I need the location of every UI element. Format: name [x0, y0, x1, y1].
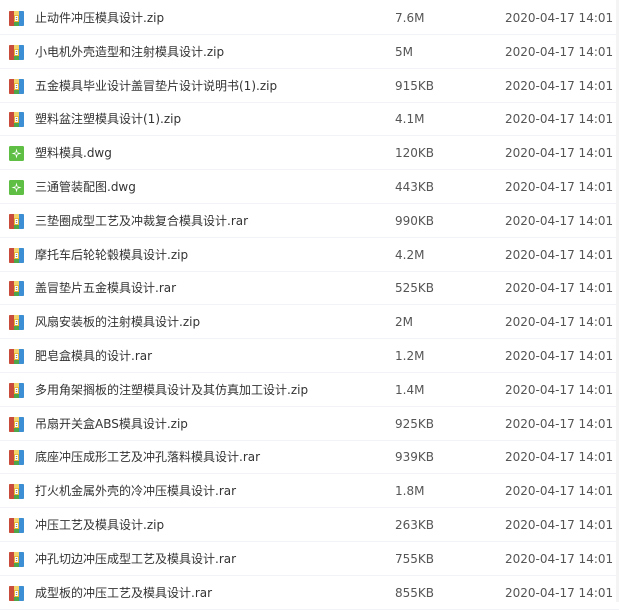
dwg-icon [9, 146, 24, 162]
file-row[interactable]: 三垫圈成型工艺及冲裁复合模具设计.rar 990KB 2020-04-17 14:0… [0, 205, 619, 238]
file-name-link[interactable]: 冲压工艺及模具设计.zip [35, 518, 164, 533]
file-row[interactable]: 塑料模具.dwg 120KB 2020-04-17 14:01 [0, 137, 619, 171]
file-row[interactable]: 多用角架搁板的注塑模具设计及其仿真加工设计.zip 1.4M 2020-04-17 … [0, 374, 619, 407]
file-size: 1.8M [395, 484, 425, 499]
file-size: 925KB [395, 416, 435, 431]
file-name-link[interactable]: 肥皂盒模具的设计.rar [35, 349, 152, 364]
file-date: 2020-04-17 14:01 [505, 11, 614, 25]
file-name-link[interactable]: 三垫圈成型工艺及冲裁复合模具设计.rar [35, 214, 248, 229]
archive-icon [9, 11, 24, 26]
file-row[interactable]: 打火机金属外壳的冷冲压模具设计.rar 1.8M 2020-04-17 14:01 [0, 475, 619, 509]
file-name-link[interactable]: 摩托车后轮轮毂模具设计.zip [35, 248, 188, 263]
file-row[interactable]: 塑料盆注塑模具设计(1).zip 4.1M 2020-04-17 14:01 [0, 103, 619, 137]
file-name-link[interactable]: 止动件冲压模具设计.zip [35, 11, 164, 26]
file-size: 915KB [395, 78, 435, 93]
file-name-link[interactable]: 塑料模具.dwg [35, 146, 112, 161]
file-row[interactable]: 肥皂盒模具的设计.rar 1.2M 2020-04-17 14:01 [0, 340, 619, 373]
file-name-link[interactable]: 五金模具毕业设计盖冒垫片设计说明书(1).zip [35, 79, 277, 94]
file-date: 2020-04-17 14:01 [505, 450, 614, 465]
file-list: 止动件冲压模具设计.zip 7.6M 2020-04-17 14:01 小电机外壳造型… [0, 0, 619, 610]
file-date: 2020-04-17 14:01 [505, 349, 614, 363]
archive-icon [9, 112, 24, 128]
archive-icon [9, 349, 24, 364]
file-size: 263KB [395, 518, 435, 532]
file-name-link[interactable]: 小电机外壳造型和注射模具设计.zip [35, 45, 224, 60]
file-date: 2020-04-17 14:01 [505, 518, 614, 532]
file-name-link[interactable]: 打火机金属外壳的冷冲压模具设计.rar [35, 484, 236, 499]
archive-icon [9, 247, 24, 263]
archive-icon [9, 281, 24, 297]
file-date: 2020-04-17 14:01 [505, 281, 614, 296]
archive-icon [9, 213, 24, 229]
archive-icon [9, 518, 24, 533]
file-size: 990KB [395, 213, 435, 228]
file-name-link[interactable]: 塑料盆注塑模具设计(1).zip [35, 112, 181, 127]
file-size: 120KB [395, 146, 435, 161]
file-name-link[interactable]: 盖冒垫片五金模具设计.rar [35, 281, 176, 296]
file-row[interactable]: 冲孔切边冲压成型工艺及模具设计.rar 755KB 2020-04-17 14:01 [0, 543, 619, 576]
file-row[interactable]: 底座冲压成形工艺及冲孔落料模具设计.rar 939KB 2020-04-17 14:… [0, 441, 619, 475]
archive-icon [9, 484, 24, 500]
file-size: 4.1M [395, 112, 425, 127]
file-size: 7.6M [395, 11, 425, 25]
file-row[interactable]: 风扇安装板的注射模具设计.zip 2M 2020-04-17 14:01 [0, 306, 619, 340]
archive-icon [9, 585, 24, 601]
file-name-link[interactable]: 冲孔切边冲压成型工艺及模具设计.rar [35, 552, 236, 567]
file-row[interactable]: 五金模具毕业设计盖冒垫片设计说明书(1).zip 915KB 2020-04-17 … [0, 70, 619, 103]
file-date: 2020-04-17 14:01 [505, 585, 614, 600]
file-date: 2020-04-17 14:01 [505, 146, 614, 161]
file-row[interactable]: 小电机外壳造型和注射模具设计.zip 5M 2020-04-17 14:01 [0, 36, 619, 69]
file-size: 1.4M [395, 382, 425, 397]
file-name-link[interactable]: 风扇安装板的注射模具设计.zip [35, 315, 200, 330]
file-row[interactable]: 冲压工艺及模具设计.zip 263KB 2020-04-17 14:01 [0, 509, 619, 542]
file-name-link[interactable]: 吊扇开关盒ABS模具设计.zip [35, 417, 188, 432]
file-name-link[interactable]: 底座冲压成形工艺及冲孔落料模具设计.rar [35, 450, 260, 465]
file-date: 2020-04-17 14:01 [505, 551, 614, 566]
archive-icon [9, 382, 24, 398]
archive-icon [9, 78, 24, 94]
file-date: 2020-04-17 14:01 [505, 382, 614, 397]
file-date: 2020-04-17 14:01 [505, 247, 614, 262]
file-date: 2020-04-17 14:01 [505, 78, 614, 93]
file-row[interactable]: 成型板的冲压工艺及模具设计.rar 855KB 2020-04-17 14:01 [0, 577, 619, 610]
file-row[interactable]: 盖冒垫片五金模具设计.rar 525KB 2020-04-17 14:01 [0, 272, 619, 306]
file-row[interactable]: 三通管装配图.dwg 443KB 2020-04-17 14:01 [0, 171, 619, 204]
file-row[interactable]: 止动件冲压模具设计.zip 7.6M 2020-04-17 14:01 [0, 2, 619, 35]
archive-icon [9, 450, 24, 466]
file-date: 2020-04-17 14:01 [505, 315, 614, 330]
file-size: 939KB [395, 450, 435, 465]
file-date: 2020-04-17 14:01 [505, 484, 614, 499]
archive-icon [9, 44, 24, 60]
file-size: 2M [395, 315, 413, 330]
file-size: 755KB [395, 551, 435, 566]
file-date: 2020-04-17 14:01 [505, 213, 614, 228]
file-size: 1.2M [395, 349, 425, 363]
file-name-link[interactable]: 三通管装配图.dwg [35, 180, 136, 195]
file-size: 5M [395, 44, 413, 59]
archive-icon [9, 551, 24, 567]
file-date: 2020-04-17 14:01 [505, 180, 614, 194]
file-size: 855KB [395, 585, 435, 600]
archive-icon [9, 315, 24, 331]
file-name-link[interactable]: 多用角架搁板的注塑模具设计及其仿真加工设计.zip [35, 383, 308, 398]
file-name-link[interactable]: 成型板的冲压工艺及模具设计.rar [35, 586, 212, 601]
file-size: 443KB [395, 180, 435, 194]
file-row[interactable]: 摩托车后轮轮毂模具设计.zip 4.2M 2020-04-17 14:01 [0, 239, 619, 272]
file-date: 2020-04-17 14:01 [505, 112, 614, 127]
file-size: 4.2M [395, 247, 425, 262]
file-row[interactable]: 吊扇开关盒ABS模具设计.zip 925KB 2020-04-17 14:01 [0, 408, 619, 441]
file-date: 2020-04-17 14:01 [505, 416, 614, 431]
archive-icon [9, 416, 24, 432]
dwg-icon [9, 180, 24, 195]
file-size: 525KB [395, 281, 435, 296]
file-date: 2020-04-17 14:01 [505, 44, 614, 59]
